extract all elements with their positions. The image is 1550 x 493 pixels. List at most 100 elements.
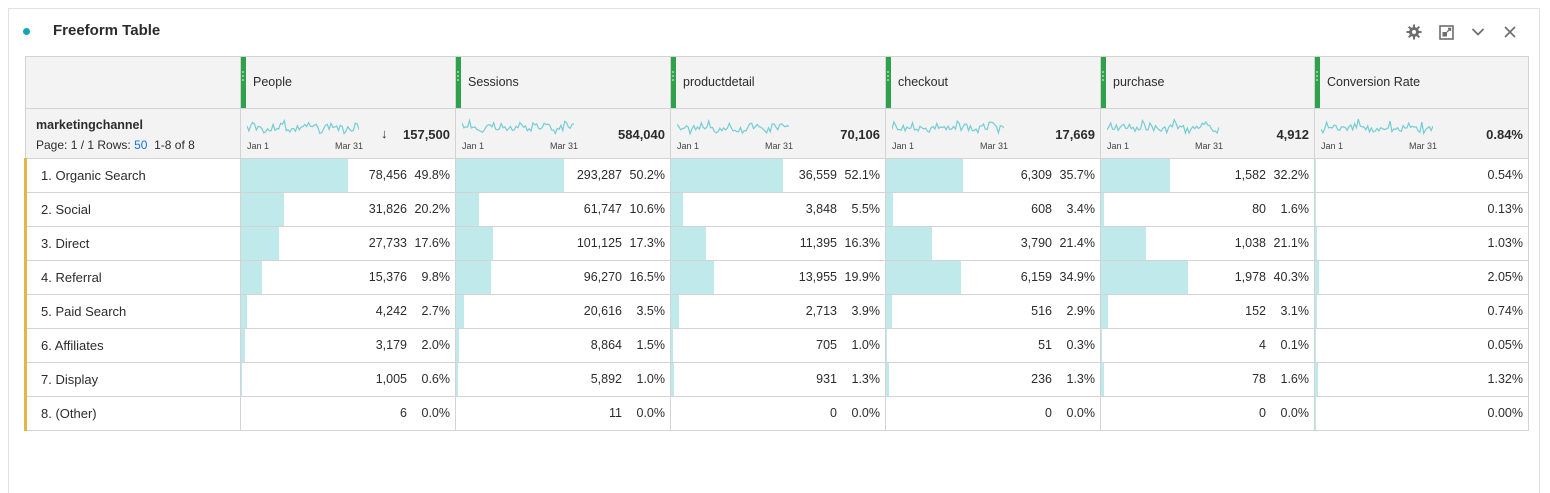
metric-value-cell[interactable]: 60.0% xyxy=(241,397,456,431)
column-header-6[interactable]: Conversion Rate xyxy=(1315,57,1529,109)
metric-value-cell[interactable]: 15,3769.8% xyxy=(241,261,456,295)
dimension-item-label[interactable]: 1. Organic Search xyxy=(41,168,146,183)
panel-title[interactable]: Freeform Table xyxy=(53,22,160,39)
conversion-rate-cell[interactable]: 0.74% xyxy=(1315,295,1529,329)
metric-value-cell[interactable]: 31,82620.2% xyxy=(241,193,456,227)
metric-value-cell[interactable]: 78,45649.8% xyxy=(241,159,456,193)
metric-name[interactable]: Conversion Rate xyxy=(1327,75,1420,89)
metric-value-cell[interactable]: 2361.3% xyxy=(886,363,1101,397)
metric-value-cell[interactable]: 4,2422.7% xyxy=(241,295,456,329)
metric-value-cell[interactable]: 781.6% xyxy=(1101,363,1315,397)
drag-handle-icon[interactable] xyxy=(1101,57,1106,108)
drag-handle-icon[interactable] xyxy=(241,57,246,108)
rows-per-page-select[interactable]: 50 xyxy=(134,138,147,152)
table-row[interactable]: 8. (Other)60.0%110.0%00.0%00.0%00.0%0.00… xyxy=(26,397,1529,431)
metric-value-cell[interactable]: 20,6163.5% xyxy=(456,295,671,329)
column-header-3[interactable]: productdetail xyxy=(671,57,886,109)
column-header-2[interactable]: Sessions xyxy=(456,57,671,109)
dimension-item-cell[interactable]: 4. Referral xyxy=(26,261,241,295)
metric-value-cell[interactable]: 1,58232.2% xyxy=(1101,159,1315,193)
metric-total-cell: Jan 1Mar 310.84% xyxy=(1315,109,1529,159)
metric-value-cell[interactable]: 7051.0% xyxy=(671,329,886,363)
table-row[interactable]: 2. Social 31,82620.2%61,74710.6%3,8485.5%… xyxy=(26,193,1529,227)
dimension-item-label[interactable]: 7. Display xyxy=(41,372,98,387)
metric-value-cell[interactable]: 00.0% xyxy=(671,397,886,431)
metric-value-cell[interactable]: 00.0% xyxy=(886,397,1101,431)
metric-value-cell[interactable]: 6,30935.7% xyxy=(886,159,1101,193)
metric-value-cell[interactable]: 1,97840.3% xyxy=(1101,261,1315,295)
metric-value-cell[interactable]: 96,27016.5% xyxy=(456,261,671,295)
dimension-item-label[interactable]: 3. Direct xyxy=(41,236,89,251)
conversion-rate-cell[interactable]: 2.05% xyxy=(1315,261,1529,295)
dimension-item-cell[interactable]: 1. Organic Search xyxy=(26,159,241,193)
metric-value: 0 xyxy=(830,406,837,420)
table-row[interactable]: 7. Display 1,0050.6%5,8921.0%9311.3%2361.… xyxy=(26,363,1529,397)
metric-value-cell[interactable]: 510.3% xyxy=(886,329,1101,363)
drag-handle-icon[interactable] xyxy=(886,57,891,108)
conversion-rate-cell[interactable]: 0.00% xyxy=(1315,397,1529,431)
metric-value-cell[interactable]: 3,1792.0% xyxy=(241,329,456,363)
column-header-1[interactable]: People xyxy=(241,57,456,109)
metric-value-cell[interactable]: 6,15934.9% xyxy=(886,261,1101,295)
metric-name[interactable]: Sessions xyxy=(468,75,519,89)
column-header-4[interactable]: checkout xyxy=(886,57,1101,109)
dimension-item-label[interactable]: 5. Paid Search xyxy=(41,304,126,319)
dimension-item-cell[interactable]: 7. Display xyxy=(26,363,241,397)
metric-value-cell[interactable]: 11,39516.3% xyxy=(671,227,886,261)
metric-value-cell[interactable]: 5162.9% xyxy=(886,295,1101,329)
metric-value-cell[interactable]: 5,8921.0% xyxy=(456,363,671,397)
metric-value-cell[interactable]: 61,74710.6% xyxy=(456,193,671,227)
metric-value-cell[interactable]: 27,73317.6% xyxy=(241,227,456,261)
dimension-item-cell[interactable]: 2. Social xyxy=(26,193,241,227)
metric-value-cell[interactable]: 1,0050.6% xyxy=(241,363,456,397)
drag-handle-icon[interactable] xyxy=(1315,57,1320,108)
metric-name[interactable]: People xyxy=(253,75,292,89)
drag-handle-icon[interactable] xyxy=(456,57,461,108)
close-icon[interactable] xyxy=(1501,23,1519,41)
metric-value-cell[interactable]: 9311.3% xyxy=(671,363,886,397)
table-row[interactable]: 3. Direct 27,73317.6%101,12517.3%11,39516… xyxy=(26,227,1529,261)
expand-icon[interactable] xyxy=(1437,23,1455,41)
metric-name[interactable]: productdetail xyxy=(683,75,755,89)
metric-name[interactable]: purchase xyxy=(1113,75,1164,89)
table-row[interactable]: 6. Affiliates 3,1792.0%8,8641.5%7051.0%51… xyxy=(26,329,1529,363)
conversion-rate-cell[interactable]: 0.13% xyxy=(1315,193,1529,227)
conversion-rate-cell[interactable]: 0.54% xyxy=(1315,159,1529,193)
metric-value-cell[interactable]: 8,8641.5% xyxy=(456,329,671,363)
sort-arrow-icon[interactable]: ↓ xyxy=(381,126,388,141)
metric-value-cell[interactable]: 40.1% xyxy=(1101,329,1315,363)
metric-value-cell[interactable]: 3,79021.4% xyxy=(886,227,1101,261)
dimension-name[interactable]: marketingchannel xyxy=(36,118,143,132)
column-header-5[interactable]: purchase xyxy=(1101,57,1315,109)
table-row[interactable]: 1. Organic Search 78,45649.8%293,28750.2%… xyxy=(26,159,1529,193)
metric-value-cell[interactable]: 6083.4% xyxy=(886,193,1101,227)
metric-value-cell[interactable]: 293,28750.2% xyxy=(456,159,671,193)
dimension-item-label[interactable]: 6. Affiliates xyxy=(41,338,104,353)
metric-value-cell[interactable]: 801.6% xyxy=(1101,193,1315,227)
table-row[interactable]: 4. Referral 15,3769.8%96,27016.5%13,95519… xyxy=(26,261,1529,295)
dimension-item-label[interactable]: 2. Social xyxy=(41,202,91,217)
conversion-rate-cell[interactable]: 1.03% xyxy=(1315,227,1529,261)
table-row[interactable]: 5. Paid Search 4,2422.7%20,6163.5%2,7133.… xyxy=(26,295,1529,329)
metric-value-cell[interactable]: 00.0% xyxy=(1101,397,1315,431)
metric-value-cell[interactable]: 13,95519.9% xyxy=(671,261,886,295)
dimension-item-label[interactable]: 8. (Other) xyxy=(41,406,97,421)
dimension-item-cell[interactable]: 5. Paid Search xyxy=(26,295,241,329)
dimension-item-label[interactable]: 4. Referral xyxy=(41,270,102,285)
metric-value-cell[interactable]: 110.0% xyxy=(456,397,671,431)
dimension-item-cell[interactable]: 6. Affiliates xyxy=(26,329,241,363)
metric-name[interactable]: checkout xyxy=(898,75,948,89)
metric-value-cell[interactable]: 3,8485.5% xyxy=(671,193,886,227)
chevron-down-icon[interactable] xyxy=(1469,23,1487,41)
metric-value-cell[interactable]: 1523.1% xyxy=(1101,295,1315,329)
gear-icon[interactable] xyxy=(1405,23,1423,41)
drag-handle-icon[interactable] xyxy=(671,57,676,108)
metric-value-cell[interactable]: 101,12517.3% xyxy=(456,227,671,261)
metric-value-cell[interactable]: 1,03821.1% xyxy=(1101,227,1315,261)
conversion-rate-cell[interactable]: 0.05% xyxy=(1315,329,1529,363)
metric-value-cell[interactable]: 36,55952.1% xyxy=(671,159,886,193)
dimension-item-cell[interactable]: 3. Direct xyxy=(26,227,241,261)
metric-value-cell[interactable]: 2,7133.9% xyxy=(671,295,886,329)
conversion-rate-cell[interactable]: 1.32% xyxy=(1315,363,1529,397)
dimension-item-cell[interactable]: 8. (Other) xyxy=(26,397,241,431)
